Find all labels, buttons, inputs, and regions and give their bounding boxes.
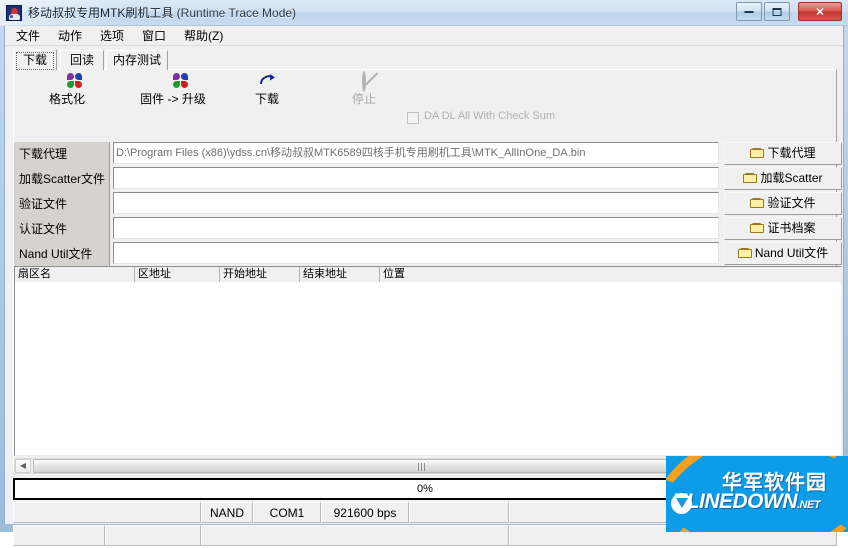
format-button-label: 格式化	[48, 92, 85, 106]
watermark-o-logo-icon	[671, 493, 692, 514]
verify-file-browse-label: 验证文件	[767, 196, 816, 210]
table-header-row: 扇区名 区地址 开始地址 结束地址 位置	[15, 267, 841, 282]
nand-util-file-browse-button[interactable]: Nand Util文件	[724, 242, 842, 265]
watermark-english-text: NLINEDOWN.NET	[672, 490, 821, 514]
pinwheel-icon	[165, 73, 188, 89]
form-row-verify-file: 验证文件 验证文件	[14, 192, 842, 217]
partition-table[interactable]: 扇区名 区地址 开始地址 结束地址 位置	[14, 266, 842, 456]
menu-item-action[interactable]: 动作	[53, 28, 87, 45]
tab-memory-test[interactable]: 内存测试	[106, 50, 168, 70]
stop-button: 停止	[318, 71, 410, 112]
firmware-upgrade-button[interactable]: 固件 -> 升级	[118, 72, 228, 112]
verify-file-input[interactable]	[113, 192, 719, 214]
toolbar: 格式化 固件 -> 升级 下载 停止	[13, 70, 837, 112]
scrollbar-grip-icon	[418, 463, 426, 471]
nand-util-file-browse-label: Nand Util文件	[754, 246, 829, 260]
folder-open-icon	[743, 173, 758, 183]
application-window: 移动叔叔专用MTK刷机工具 (Runtime Trace Mode) ✕ 文件 …	[0, 0, 848, 546]
folder-open-icon	[750, 223, 765, 233]
stop-circle-icon	[356, 71, 372, 92]
status-cell-storage: NAND	[201, 502, 253, 523]
scatter-file-browse-label: 加载Scatter	[760, 171, 823, 185]
close-button[interactable]: ✕	[798, 2, 842, 21]
status-cell-b3	[201, 525, 509, 546]
window-title-main: 移动叔叔专用MTK刷机工具	[28, 6, 174, 20]
form-label-scatter-file: 加载Scatter文件	[14, 167, 110, 192]
form-row-download-agent: 下载代理 D:\Program Files (x86)\ydss.cn\移动叔叔…	[14, 142, 842, 167]
form-label-nand-util-file: Nand Util文件	[14, 242, 110, 267]
menu-item-help[interactable]: 帮助(Z)	[179, 28, 228, 45]
folder-open-icon	[737, 248, 752, 258]
download-button-label: 下载	[254, 92, 279, 106]
status-cell-b1	[13, 525, 105, 546]
status-cell-port: COM1	[253, 502, 321, 523]
status-cell-extra-1	[409, 502, 509, 523]
checksum-label: DA DL All With Check Sum	[424, 110, 556, 122]
column-header-location[interactable]: 位置	[380, 267, 841, 282]
auth-file-browse-label: 证书档案	[767, 221, 816, 235]
auth-file-input[interactable]	[113, 217, 719, 239]
minimize-icon	[744, 10, 754, 13]
form-row-auth-file: 认证文件 证书档案	[14, 217, 842, 242]
tab-readback-label: 回读	[69, 53, 94, 67]
title-bar[interactable]: 移动叔叔专用MTK刷机工具 (Runtime Trace Mode) ✕	[0, 0, 848, 26]
maximize-button[interactable]	[764, 2, 790, 21]
form-label-download-agent: 下载代理	[14, 142, 110, 167]
tab-strip: 下载 回读 内存测试	[13, 49, 837, 70]
site-watermark: 华军软件园 NLINEDOWN.NET	[666, 456, 848, 532]
status-cell-b2	[105, 525, 201, 546]
form-row-scatter-file: 加载Scatter文件 加载Scatter	[14, 167, 842, 192]
file-path-form: 下载代理 D:\Program Files (x86)\ydss.cn\移动叔叔…	[14, 142, 842, 267]
menu-item-file[interactable]: 文件	[11, 28, 45, 45]
folder-open-icon	[750, 148, 765, 158]
column-header-end-addr[interactable]: 结束地址	[300, 267, 380, 282]
scatter-file-input[interactable]	[113, 167, 719, 189]
table-body[interactable]	[15, 283, 841, 455]
verify-file-browse-button[interactable]: 验证文件	[724, 192, 842, 215]
menu-item-options[interactable]: 选项	[95, 28, 129, 45]
column-header-sector-name[interactable]: 扇区名	[15, 267, 135, 282]
form-row-nand-util-file: Nand Util文件 Nand Util文件	[14, 242, 842, 267]
app-logo-icon	[6, 5, 22, 21]
folder-open-icon	[750, 198, 765, 208]
scroll-left-button[interactable]: ◀	[15, 459, 31, 473]
scatter-file-browse-button[interactable]: 加载Scatter	[724, 167, 842, 190]
form-label-auth-file: 认证文件	[14, 217, 110, 242]
download-agent-input[interactable]: D:\Program Files (x86)\ydss.cn\移动叔叔MTK65…	[113, 142, 719, 164]
menu-bar: 文件 动作 选项 窗口 帮助(Z)	[5, 26, 843, 46]
maximize-icon	[772, 7, 782, 16]
status-cell-baudrate: 921600 bps	[321, 502, 409, 523]
column-header-region-addr[interactable]: 区地址	[135, 267, 220, 282]
download-agent-browse-button[interactable]: 下载代理	[724, 142, 842, 165]
status-cell-message	[13, 502, 201, 523]
firmware-upgrade-button-label: 固件 -> 升级	[140, 92, 206, 106]
tab-focus-ring	[16, 52, 54, 70]
client-area: 文件 动作 选项 窗口 帮助(Z) 下载 回读 内存测试 格式化 固件 -> 升…	[4, 26, 844, 546]
tab-memory-test-label: 内存测试	[112, 53, 161, 67]
download-arrow-icon	[259, 73, 275, 89]
checksum-checkbox	[407, 112, 419, 124]
tab-readback[interactable]: 回读	[60, 50, 104, 70]
menu-item-window[interactable]: 窗口	[137, 28, 171, 45]
watermark-en-suffix: .NET	[797, 499, 821, 511]
auth-file-browse-button[interactable]: 证书档案	[724, 217, 842, 240]
window-title: 移动叔叔专用MTK刷机工具 (Runtime Trace Mode)	[28, 4, 296, 22]
chevron-left-icon: ◀	[19, 461, 27, 470]
form-label-verify-file: 验证文件	[14, 192, 110, 217]
nand-util-file-input[interactable]	[113, 242, 719, 264]
column-header-begin-addr[interactable]: 开始地址	[220, 267, 300, 282]
tab-download[interactable]: 下载	[13, 49, 57, 70]
pinwheel-icon	[59, 73, 82, 89]
download-agent-browse-label: 下载代理	[767, 146, 816, 160]
format-button[interactable]: 格式化	[21, 72, 113, 112]
close-icon: ✕	[815, 6, 825, 18]
stop-button-label: 停止	[351, 92, 376, 106]
minimize-button[interactable]	[736, 2, 762, 21]
download-button[interactable]: 下载	[221, 72, 313, 112]
window-title-suffix: (Runtime Trace Mode)	[173, 6, 297, 20]
